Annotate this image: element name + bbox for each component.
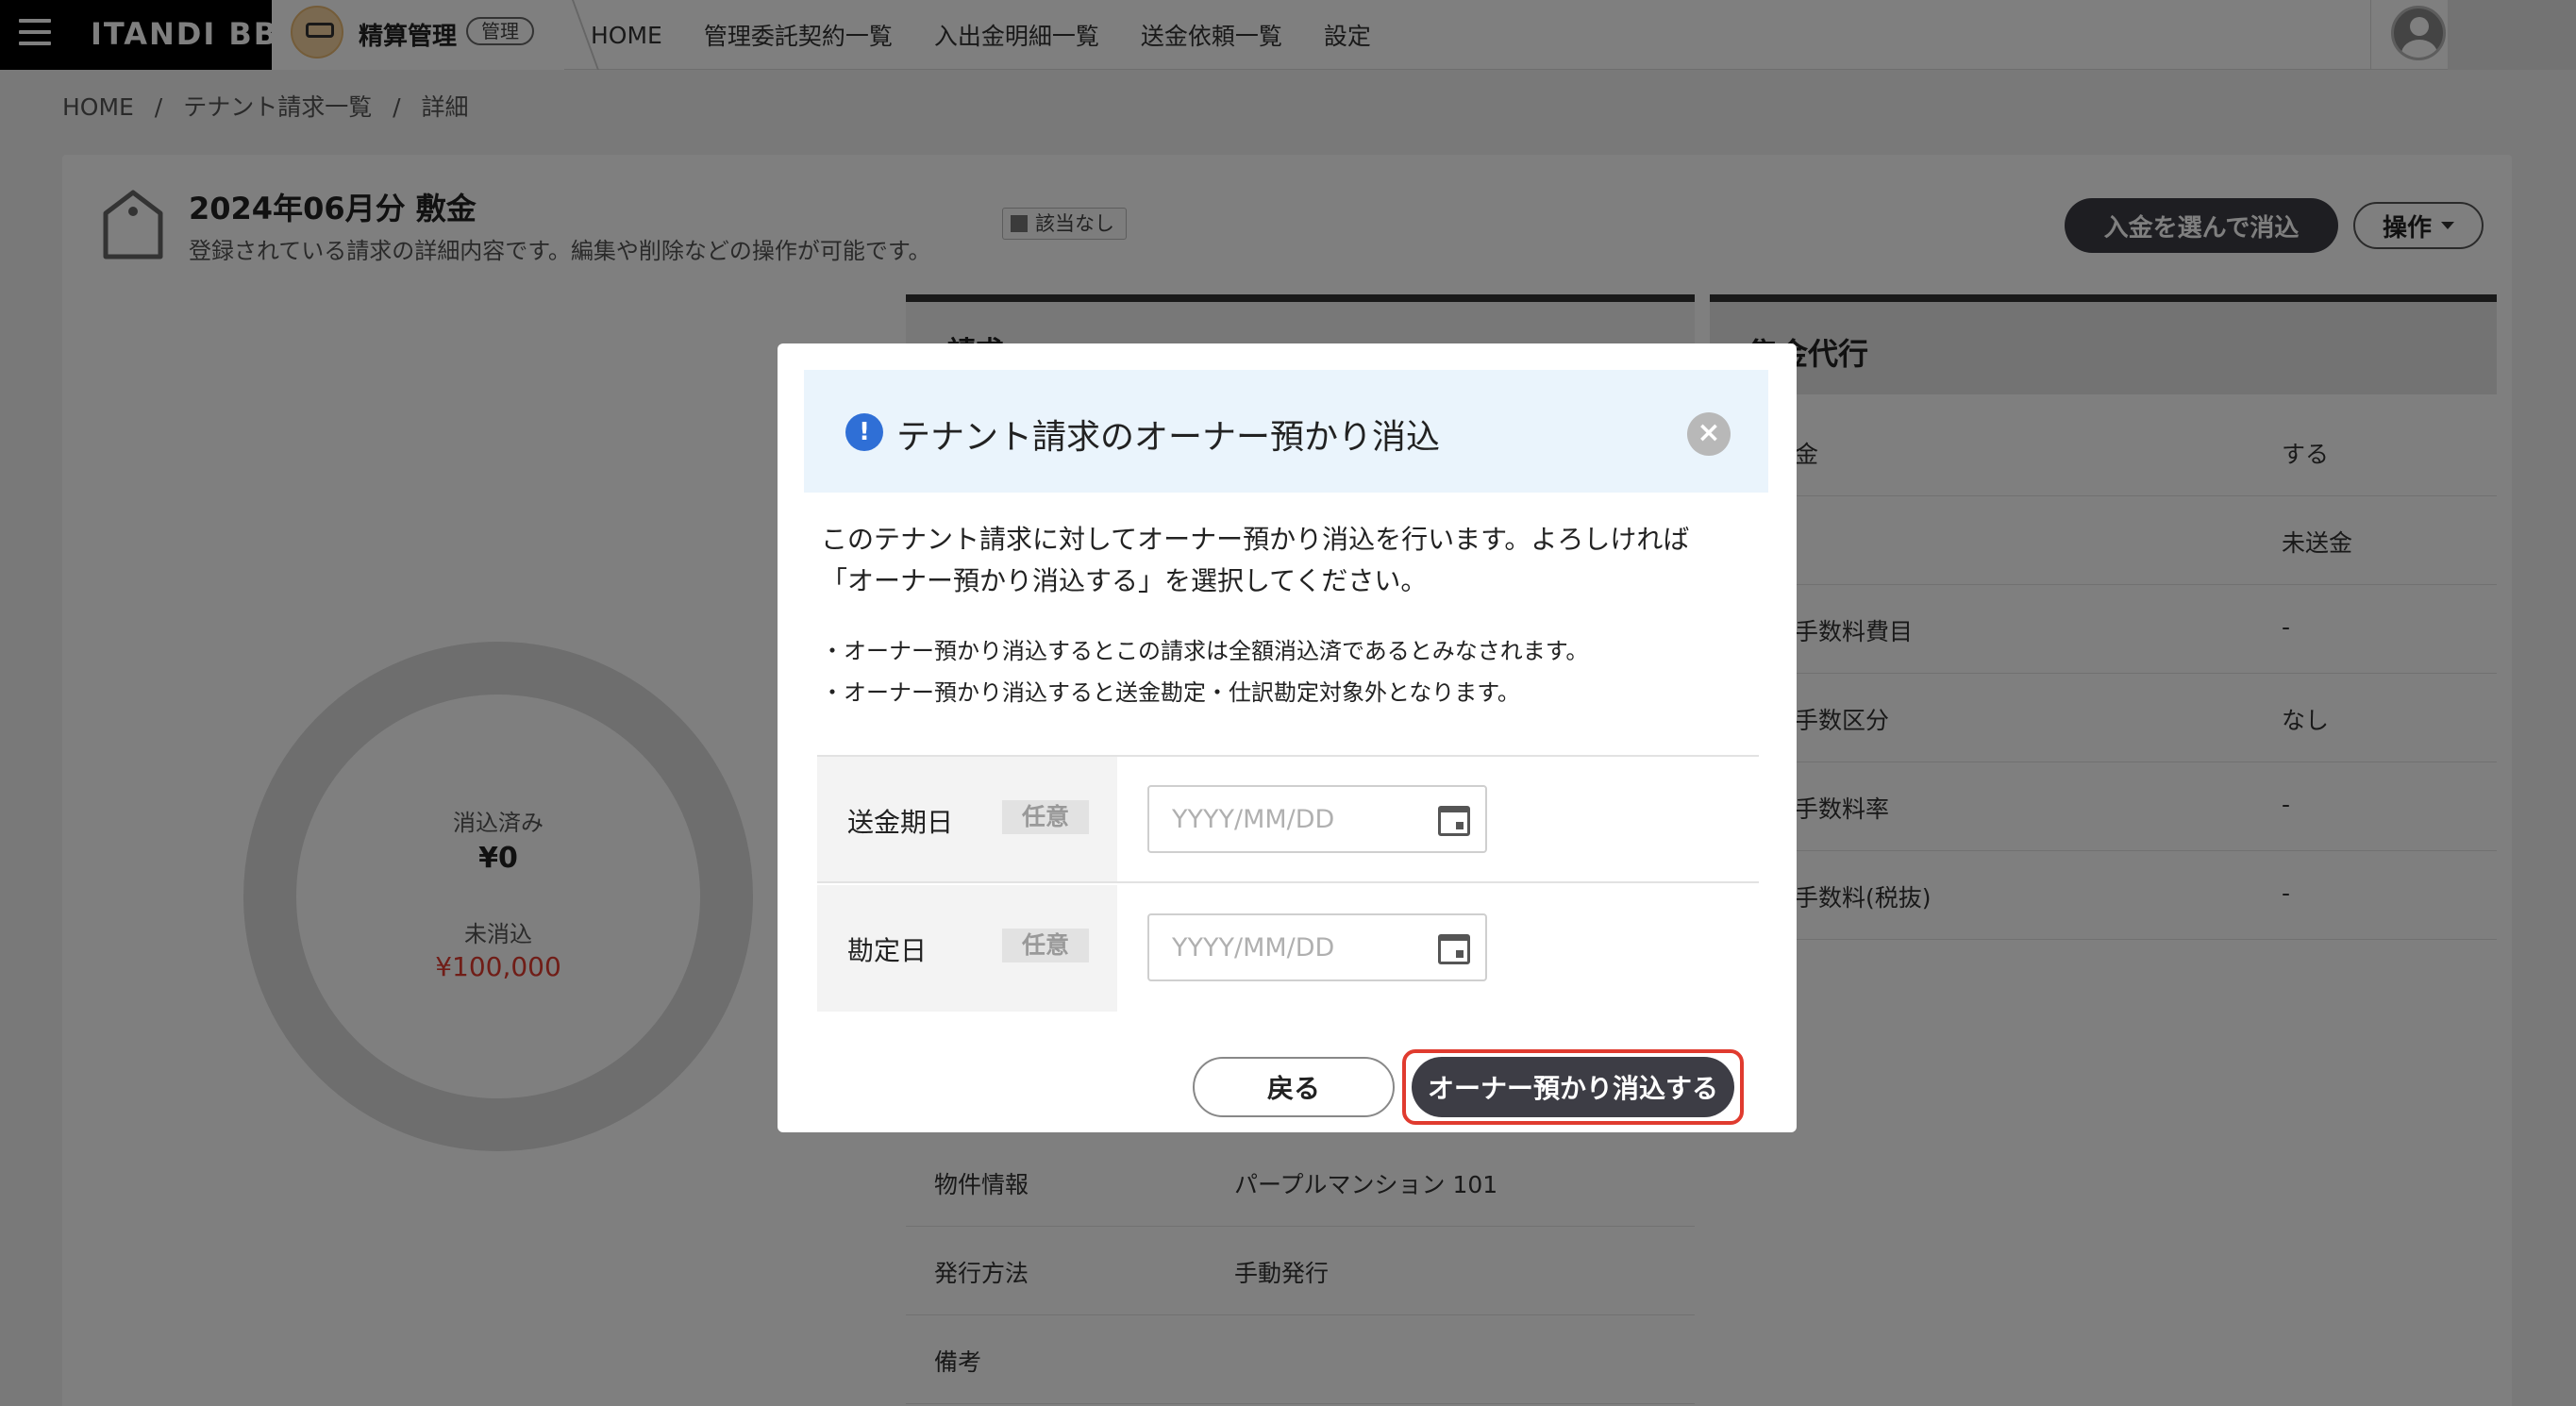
modal-description: このテナント請求に対してオーナー預かり消込を行います。よろしければ 「オーナー預… [821,519,1765,602]
modal-form: 送金期日 任意 勘定日 任意 [817,755,1759,1012]
modal-note-1: ・オーナー預かり消込するとこの請求は全額消込済であるとみなされます。 [821,638,1589,664]
form-row-remittance-due: 送金期日 任意 [817,757,1759,883]
confirm-owner-deposit-button[interactable]: オーナー預かり消込する [1412,1057,1734,1117]
modal-note-2: ・オーナー預かり消込すると送金勘定・仕訳勘定対象外となります。 [821,679,1520,706]
close-icon[interactable]: × [1687,412,1731,456]
optional-badge: 任意 [1002,929,1089,962]
info-icon: ! [845,413,883,451]
modal-description-line2: 「オーナー預かり消込する」を選択してください。 [821,565,1428,596]
modal-description-line1: このテナント請求に対してオーナー預かり消込を行います。よろしければ [821,524,1690,555]
form-label-cell: 送金期日 任意 [817,757,1117,881]
modal-header: ! テナント請求のオーナー預かり消込 × [804,370,1768,493]
calendar-icon[interactable] [1438,934,1470,964]
form-row-accounting-date: 勘定日 任意 [817,885,1759,1012]
back-button[interactable]: 戻る [1193,1057,1395,1117]
optional-badge: 任意 [1002,800,1089,834]
modal-title: テナント請求のオーナー預かり消込 [896,418,1441,457]
remittance-due-label: 送金期日 [847,807,954,838]
form-label-cell: 勘定日 任意 [817,885,1117,1012]
owner-deposit-settlement-modal: ! テナント請求のオーナー預かり消込 × このテナント請求に対してオーナー預かり… [778,343,1797,1132]
remittance-due-date-input[interactable] [1147,785,1487,853]
accounting-date-input[interactable] [1147,913,1487,981]
calendar-icon[interactable] [1438,806,1470,836]
accounting-date-label: 勘定日 [847,935,928,966]
